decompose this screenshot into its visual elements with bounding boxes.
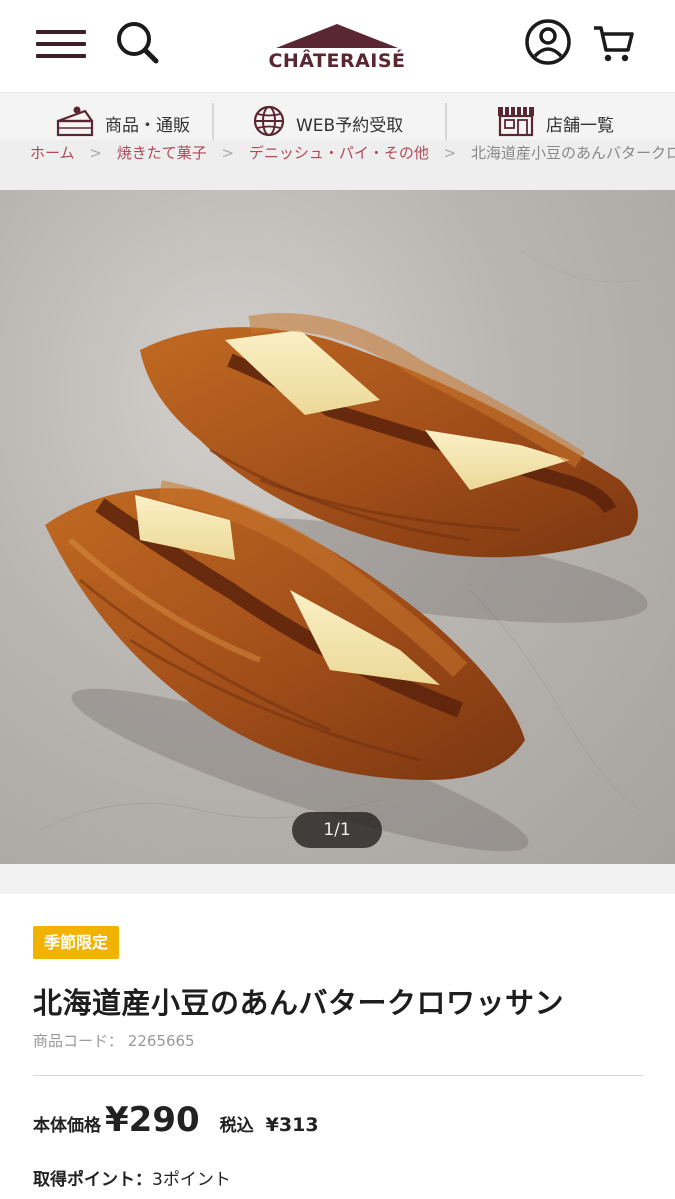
cake-icon (55, 103, 95, 143)
breadcrumb-category[interactable]: デニッシュ・パイ・その他 (249, 144, 429, 162)
subnav-divider (445, 103, 447, 143)
section-gap (0, 864, 675, 894)
globe-icon (252, 104, 286, 142)
image-counter: 1/1 (292, 812, 382, 848)
divider (33, 1075, 643, 1076)
breadcrumb-separator: > (443, 144, 457, 162)
cart-icon[interactable] (590, 20, 638, 68)
hamburger-menu-icon[interactable] (36, 30, 88, 62)
store-icon (496, 104, 536, 142)
price-label: 本体価格 (33, 1116, 101, 1136)
tax-included-price: ¥313 (265, 1114, 319, 1136)
tax-included-label: 税込 (219, 1116, 254, 1136)
price-currency: ¥ (105, 1100, 129, 1140)
points-value: 3ポイント (152, 1170, 231, 1190)
points-label: 取得ポイント： (33, 1170, 152, 1190)
breadcrumb-current: 北海道産小豆のあんバタークロワッサン (471, 144, 675, 162)
search-icon[interactable] (112, 18, 164, 70)
points-row: 取得ポイント：3ポイント (33, 1165, 231, 1190)
product-code-label: 商品コード： (33, 1032, 124, 1050)
product-code: 商品コード： 2265665 (33, 1030, 195, 1051)
price-value: 290 (128, 1100, 200, 1140)
subnav-web-reservation-label: WEB予約受取 (296, 115, 404, 136)
product-title: 北海道産小豆のあんバタークロワッサン (33, 986, 565, 1020)
user-account-icon[interactable] (522, 16, 574, 68)
subnav-products-label: 商品・通販 (105, 115, 190, 136)
breadcrumb-home[interactable]: ホーム (30, 144, 75, 162)
breadcrumb-separator: > (221, 144, 235, 162)
breadcrumb-separator: > (89, 144, 102, 162)
product-image[interactable] (0, 190, 675, 864)
product-code-value: 2265665 (127, 1032, 195, 1050)
price-row: 本体価格 ¥ 290 税込 ¥313 (33, 1100, 319, 1150)
breadcrumb: ホーム > 焼きたて菓子 > デニッシュ・パイ・その他 > 北海道産小豆のあんバ… (0, 140, 675, 190)
croissant-photo (39, 249, 648, 852)
subnav-store-list-label: 店舗一覧 (546, 115, 614, 136)
logo-text: CHÂTERAISÉ (268, 50, 406, 72)
site-header: CHÂTERAISÉ (0, 0, 675, 92)
seasonal-badge: 季節限定 (33, 926, 120, 959)
breadcrumb-baked-sweets[interactable]: 焼きたて菓子 (117, 144, 207, 162)
brand-logo[interactable]: CHÂTERAISÉ (262, 22, 412, 78)
subnav-divider (212, 103, 214, 143)
